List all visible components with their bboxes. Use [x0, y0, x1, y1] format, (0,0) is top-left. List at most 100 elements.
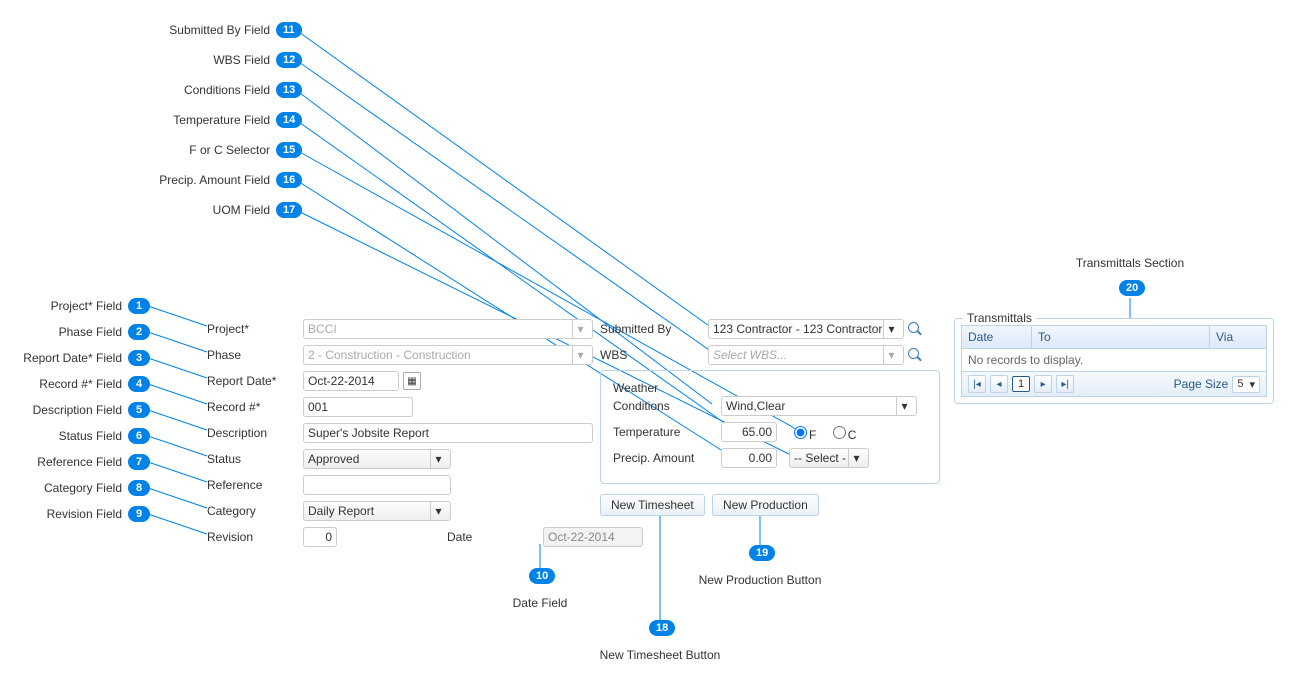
- new-timesheet-button[interactable]: New Timesheet: [600, 494, 705, 516]
- transmittals-legend: Transmittals: [963, 311, 1036, 325]
- callout-label-19: New Production Button: [690, 573, 830, 587]
- callout-badge-7: 7: [128, 454, 150, 470]
- callout-label-3: Report Date* Field: [2, 351, 122, 365]
- temperature-unit-selector: F C: [789, 423, 864, 442]
- chevron-down-icon: ▾: [883, 346, 899, 364]
- callout-badge-3: 3: [128, 350, 150, 366]
- precip-amount-field[interactable]: [721, 448, 777, 468]
- next-page-button[interactable]: ▸: [1034, 375, 1052, 393]
- calendar-icon[interactable]: ▦: [403, 372, 421, 390]
- chevron-down-icon: ▾: [1249, 378, 1255, 391]
- callout-badge-5: 5: [128, 402, 150, 418]
- callout-badge-18: 18: [649, 620, 675, 636]
- reference-label: Reference: [207, 478, 303, 492]
- category-label: Category: [207, 504, 303, 518]
- callout-badge-10: 10: [529, 568, 555, 584]
- project-field[interactable]: BCCI ▾: [303, 319, 593, 339]
- callout-badge-11: 11: [276, 22, 302, 38]
- callout-label-11: Submitted By Field: [110, 23, 270, 37]
- unit-c-label: C: [848, 428, 857, 442]
- callout-badge-12: 12: [276, 52, 302, 68]
- first-page-button[interactable]: |◂: [968, 375, 986, 393]
- category-field[interactable]: Daily Report ▾: [303, 501, 451, 521]
- reference-field[interactable]: [303, 475, 451, 495]
- callout-label-4: Record #* Field: [2, 377, 122, 391]
- callout-badge-13: 13: [276, 82, 302, 98]
- status-label: Status: [207, 452, 303, 466]
- form-right-column: Submitted By 123 Contractor - 123 Contra…: [600, 318, 940, 516]
- col-to[interactable]: To: [1032, 326, 1210, 348]
- transmittals-section: Transmittals Date To Via No records to d…: [954, 318, 1274, 404]
- weather-section: Weather Conditions Wind,Clear ▾ Temperat…: [600, 370, 940, 484]
- transmittals-header: Date To Via: [962, 326, 1266, 349]
- unit-c-radio[interactable]: C: [828, 428, 857, 442]
- chevron-down-icon: ▾: [430, 450, 446, 468]
- callout-badge-9: 9: [128, 506, 150, 522]
- transmittals-empty: No records to display.: [962, 349, 1266, 372]
- prev-page-button[interactable]: ◂: [990, 375, 1008, 393]
- last-page-button[interactable]: ▸|: [1056, 375, 1074, 393]
- chevron-down-icon: ▾: [572, 346, 588, 364]
- chevron-down-icon: ▾: [883, 320, 899, 338]
- callout-label-13: Conditions Field: [110, 83, 270, 97]
- callout-label-1: Project* Field: [2, 299, 122, 313]
- callout-label-12: WBS Field: [110, 53, 270, 67]
- uom-field[interactable]: -- Select - ▾: [789, 448, 869, 468]
- chevron-down-icon: ▾: [848, 449, 864, 467]
- search-icon[interactable]: [908, 348, 922, 362]
- weather-legend: Weather: [613, 381, 658, 395]
- wbs-field[interactable]: Select WBS... ▾: [708, 345, 904, 365]
- col-date[interactable]: Date: [962, 326, 1032, 348]
- col-via[interactable]: Via: [1210, 326, 1266, 348]
- callout-badge-4: 4: [128, 376, 150, 392]
- conditions-value: Wind,Clear: [726, 399, 785, 413]
- project-label: Project*: [207, 322, 303, 336]
- callout-badge-6: 6: [128, 428, 150, 444]
- unit-f-radio[interactable]: F: [789, 428, 816, 442]
- page-size-label: Page Size: [1174, 377, 1229, 391]
- search-icon[interactable]: [908, 322, 922, 336]
- phase-value: 2 - Construction - Construction: [308, 348, 471, 362]
- report-date-field[interactable]: [303, 371, 399, 391]
- category-value: Daily Report: [308, 504, 374, 518]
- record-num-label: Record #*: [207, 400, 303, 414]
- record-num-field[interactable]: [303, 397, 413, 417]
- page-number: 1: [1012, 376, 1030, 392]
- precip-label: Precip. Amount: [613, 451, 721, 465]
- submitted-by-field[interactable]: 123 Contractor - 123 Contractor ▾: [708, 319, 904, 339]
- callout-label-10: Date Field: [500, 596, 580, 610]
- project-value: BCCI: [308, 322, 337, 336]
- conditions-field[interactable]: Wind,Clear ▾: [721, 396, 917, 416]
- page-size-select[interactable]: 5 ▾: [1232, 376, 1260, 393]
- description-label: Description: [207, 426, 303, 440]
- callout-label-9: Revision Field: [2, 507, 122, 521]
- callout-badge-17: 17: [276, 202, 302, 218]
- wbs-label: WBS: [600, 348, 708, 362]
- temperature-label: Temperature: [613, 425, 721, 439]
- callout-badge-14: 14: [276, 112, 302, 128]
- date-field: [543, 527, 643, 547]
- submitted-by-label: Submitted By: [600, 322, 708, 336]
- callout-label-8: Category Field: [2, 481, 122, 495]
- chevron-down-icon: ▾: [572, 320, 588, 338]
- temperature-field[interactable]: [721, 422, 777, 442]
- callout-label-16: Precip. Amount Field: [110, 173, 270, 187]
- unit-f-label: F: [809, 428, 816, 442]
- conditions-label: Conditions: [613, 399, 721, 413]
- new-production-button[interactable]: New Production: [712, 494, 819, 516]
- chevron-down-icon: ▾: [430, 502, 446, 520]
- status-field[interactable]: Approved ▾: [303, 449, 451, 469]
- callout-badge-15: 15: [276, 142, 302, 158]
- callout-label-20: Transmittals Section: [1060, 256, 1200, 270]
- phase-field[interactable]: 2 - Construction - Construction ▾: [303, 345, 593, 365]
- description-field[interactable]: [303, 423, 593, 443]
- callout-label-2: Phase Field: [2, 325, 122, 339]
- callout-label-15: F or C Selector: [110, 143, 270, 157]
- revision-field[interactable]: [303, 527, 337, 547]
- callout-badge-1: 1: [128, 298, 150, 314]
- wbs-placeholder: Select WBS...: [713, 348, 787, 362]
- callout-badge-8: 8: [128, 480, 150, 496]
- callout-badge-2: 2: [128, 324, 150, 340]
- callout-label-14: Temperature Field: [110, 113, 270, 127]
- status-value: Approved: [308, 452, 359, 466]
